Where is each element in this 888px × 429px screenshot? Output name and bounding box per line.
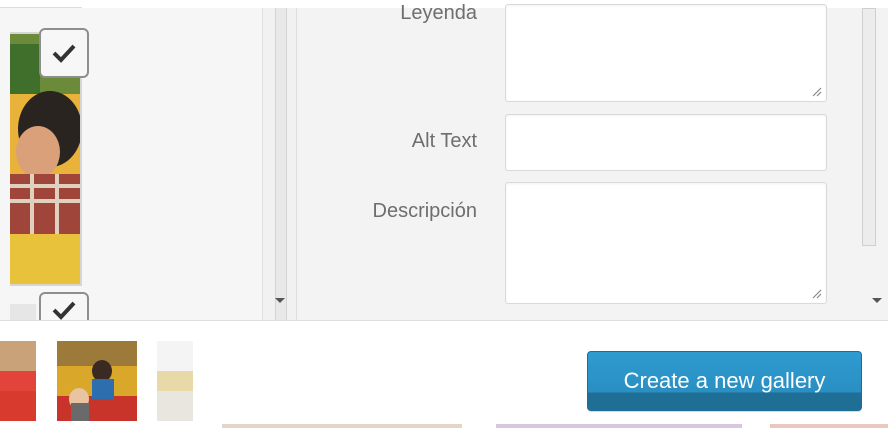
scrollbar-track[interactable] <box>275 8 287 320</box>
selection-thumbnail[interactable] <box>57 341 137 421</box>
alt-text-input[interactable] <box>505 114 827 171</box>
create-gallery-button[interactable]: Create a new gallery <box>587 351 862 411</box>
checkmark-icon <box>52 44 76 63</box>
caption-textarea[interactable] <box>505 4 827 102</box>
selected-check-button[interactable] <box>39 28 89 78</box>
media-grid-scrollbar[interactable] <box>262 8 297 320</box>
chevron-down-icon[interactable] <box>275 298 285 303</box>
attachment-details-panel: Leyenda Alt Text Descripción <box>296 2 863 320</box>
resize-handle-icon[interactable] <box>810 287 822 299</box>
chevron-down-icon[interactable] <box>872 298 882 303</box>
selection-thumbnail[interactable] <box>0 341 36 421</box>
selection-thumbnail[interactable] <box>157 341 193 421</box>
resize-handle-icon[interactable] <box>810 85 822 97</box>
alt-text-label: Alt Text <box>411 130 477 152</box>
media-library-grid <box>0 8 262 328</box>
thumbnail-edge <box>496 424 742 428</box>
thumbnail-edge <box>770 424 888 428</box>
thumbnail-edge <box>222 424 462 428</box>
checkmark-icon <box>52 301 76 320</box>
footer-thumbnails-edge <box>0 424 888 428</box>
description-textarea[interactable] <box>505 182 827 304</box>
media-toolbar: Create a new gallery <box>0 320 888 429</box>
description-label: Descripción <box>372 200 477 222</box>
details-scrollbar[interactable] <box>862 8 888 320</box>
caption-label: Leyenda <box>400 2 477 24</box>
scrollbar-track[interactable] <box>862 8 876 246</box>
